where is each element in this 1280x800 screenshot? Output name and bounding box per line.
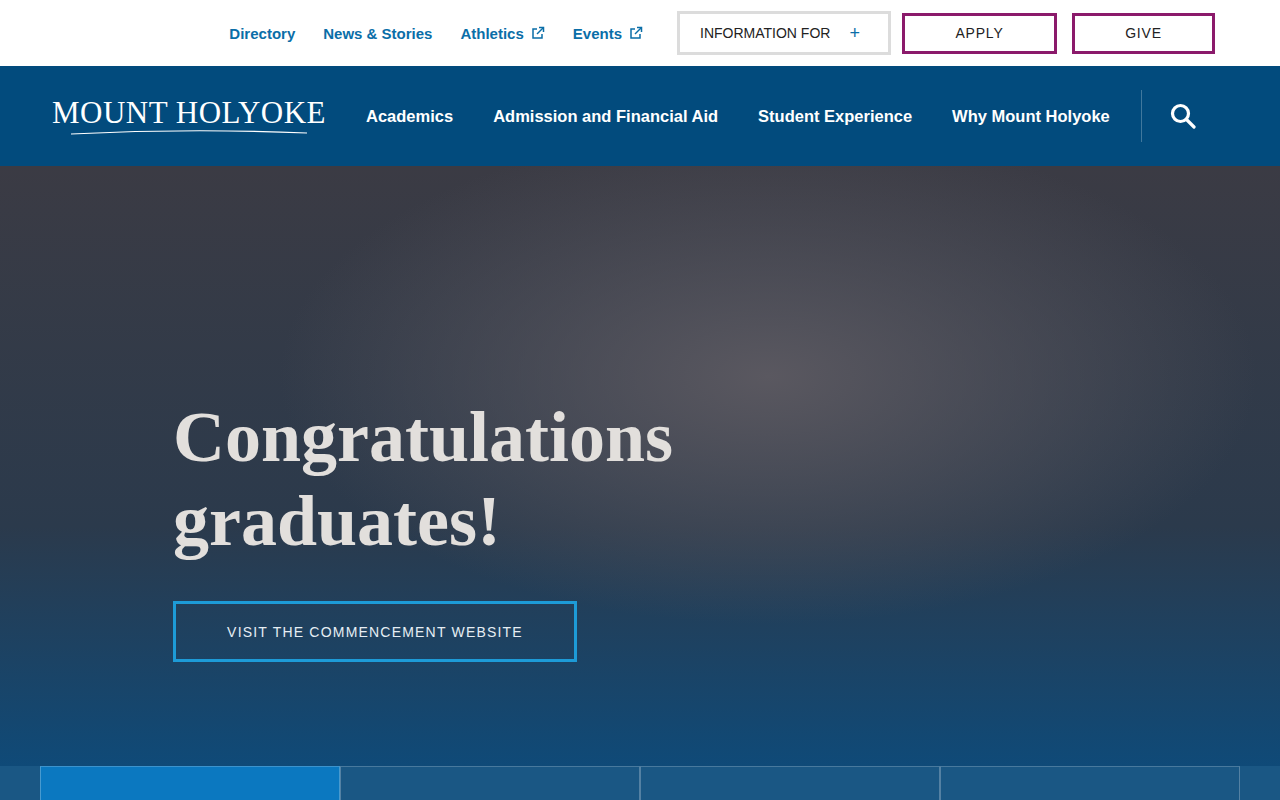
search-icon [1170, 103, 1196, 129]
apply-button[interactable]: APPLY [902, 13, 1057, 54]
commencement-button[interactable]: VISIT THE COMMENCEMENT WEBSITE [173, 601, 577, 662]
hero: Congratulationsgraduates! VISIT THE COMME… [0, 166, 1280, 766]
nav-divider [1141, 90, 1142, 142]
utility-link[interactable]: News & Stories [323, 25, 432, 42]
utility-link[interactable]: Athletics [460, 25, 544, 42]
tiles-row [0, 766, 1280, 800]
give-button[interactable]: GIVE [1072, 13, 1215, 54]
tile[interactable] [340, 766, 640, 800]
nav-item[interactable]: Student Experience [758, 107, 912, 126]
external-link-icon [531, 26, 545, 40]
utility-link[interactable]: Events [573, 25, 643, 42]
utility-link[interactable]: Directory [229, 25, 295, 42]
nav-item[interactable]: Why Mount Holyoke [952, 107, 1110, 126]
utility-bar: Directory News & Stories Athletics Events IN… [0, 0, 1280, 66]
tile[interactable] [940, 766, 1240, 800]
main-nav: MOUNT HOLYOKE Academics Admission and Fina… [0, 66, 1280, 166]
tile[interactable] [640, 766, 940, 800]
logo[interactable]: MOUNT HOLYOKE [60, 97, 318, 136]
page: Directory News & Stories Athletics Events IN… [0, 0, 1280, 800]
information-for-dropdown[interactable]: INFORMATION FOR+ [677, 11, 891, 55]
nav-items: Academics Admission and Financial Aid Stud… [366, 107, 1141, 126]
utility-links: Directory News & Stories Athletics Events [229, 25, 643, 42]
nav-item[interactable]: Academics [366, 107, 453, 126]
logo-swoosh-icon [69, 128, 309, 136]
plus-icon: + [849, 23, 860, 44]
tile[interactable] [40, 766, 340, 800]
external-link-icon [629, 26, 643, 40]
nav-item[interactable]: Admission and Financial Aid [493, 107, 718, 126]
search-button[interactable] [1170, 103, 1196, 129]
hero-heading: Congratulationsgraduates! [173, 395, 1280, 563]
